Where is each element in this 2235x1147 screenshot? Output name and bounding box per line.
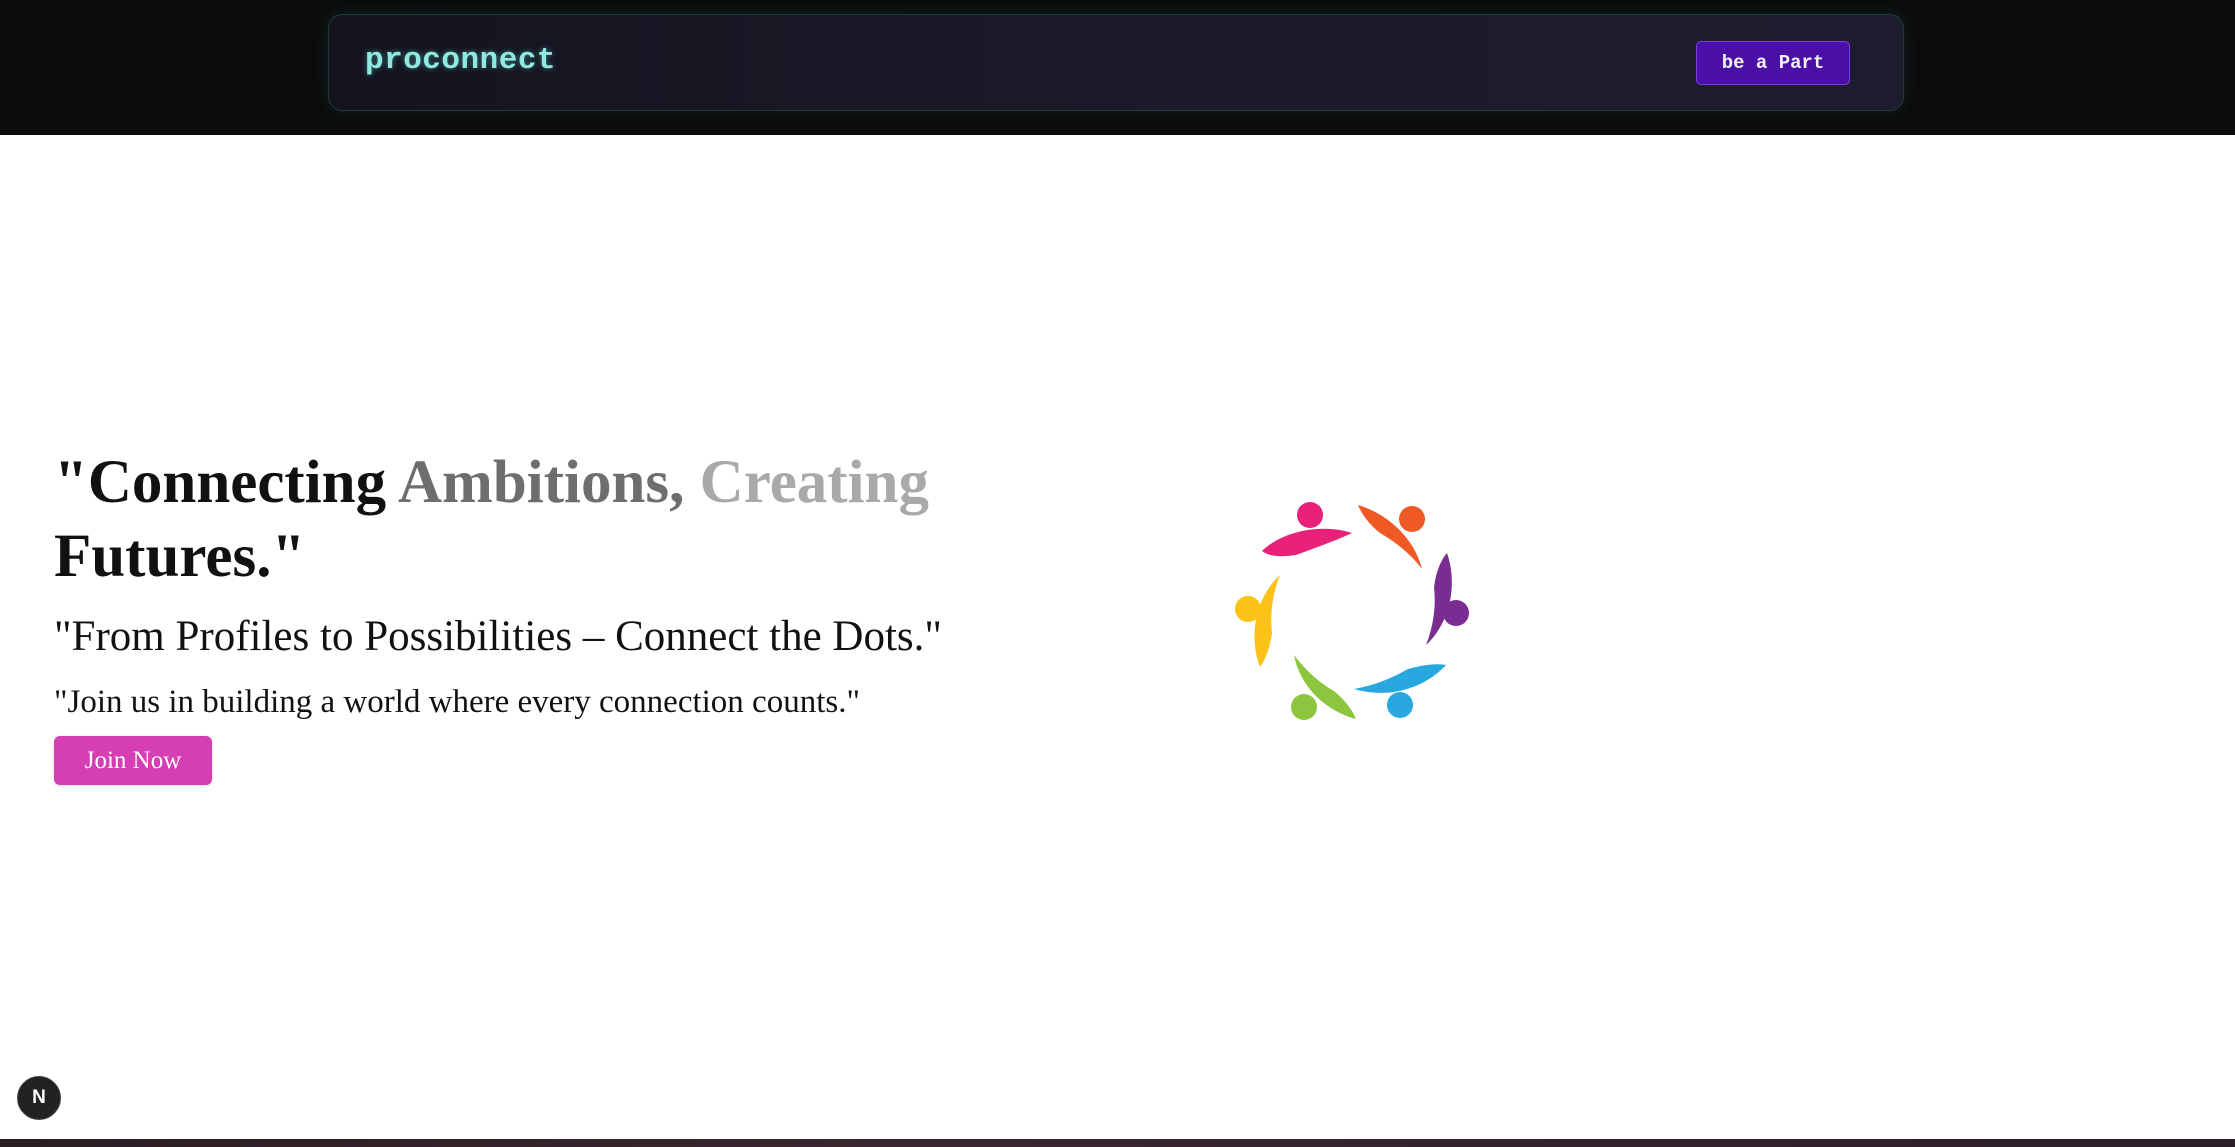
headline-word-ambitions: Ambitions,: [398, 449, 685, 516]
people-circle-logo-icon: [1235, 502, 1469, 720]
navbar: proconnect be a Part: [328, 14, 1904, 111]
join-now-button[interactable]: Join Now: [54, 736, 212, 785]
headline-word-futures: Futures.": [54, 523, 306, 590]
figure-pink: [1262, 502, 1352, 557]
figure-yellow: [1235, 575, 1280, 667]
hero-subtitle: "From Profiles to Possibilities – Connec…: [54, 613, 942, 660]
headline-word-creating: Creating: [699, 449, 929, 516]
headline-word-connecting: "Connecting: [54, 449, 387, 516]
top-navigation-band: proconnect be a Part: [0, 0, 2235, 135]
figure-purple: [1426, 553, 1469, 645]
hero-headline: "Connecting Ambitions, Creating Futures.…: [54, 446, 1134, 594]
figure-green: [1291, 655, 1356, 720]
figure-blue: [1354, 664, 1446, 718]
figure-orange: [1358, 505, 1425, 569]
hero-tagline: "Join us in building a world where every…: [54, 684, 860, 720]
be-a-part-button[interactable]: be a Part: [1696, 41, 1850, 85]
brand-logo[interactable]: proconnect: [365, 43, 556, 78]
bottom-taskbar-strip: [0, 1139, 2235, 1147]
framework-dev-badge[interactable]: N: [17, 1076, 61, 1120]
